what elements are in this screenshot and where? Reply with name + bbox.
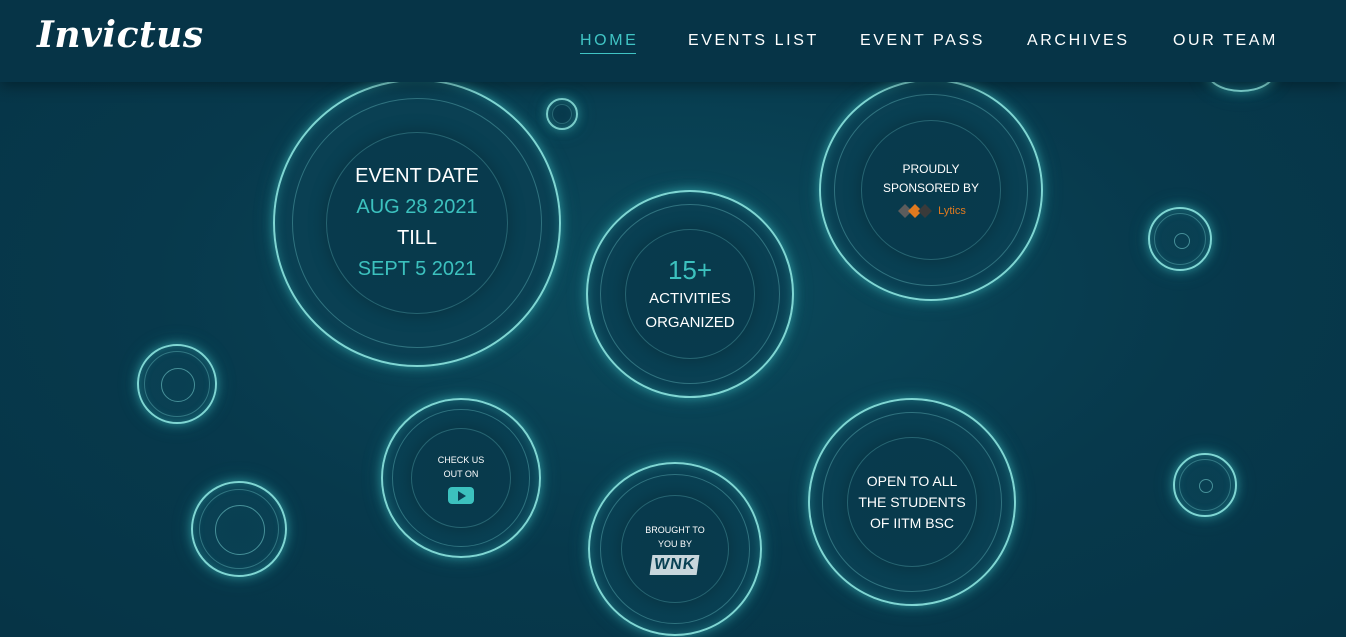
event-start-date: AUG 28 2021 <box>356 196 478 218</box>
nav-event-pass[interactable]: EVENT PASS <box>860 32 985 50</box>
top-navbar: Invictus HOME EVENTS LIST EVENT PASS ARC… <box>0 0 1346 82</box>
open-to-all-bubble: OPEN TO ALL THE STUDENTS OF IITM BSC <box>808 398 1016 606</box>
sponsor-label-2: SPONSORED BY <box>882 181 980 195</box>
youtube-icon[interactable] <box>448 486 474 504</box>
brand-logo[interactable]: Invictus <box>37 14 204 56</box>
event-end-date: SEPT 5 2021 <box>357 258 477 280</box>
youtube-label-2: OUT ON <box>443 468 479 479</box>
activities-label-1: ACTIVITIES <box>649 290 731 307</box>
brought-label-1: BROUGHT TO <box>645 525 705 535</box>
open-label-1: OPEN TO ALL <box>866 472 958 489</box>
brought-label-2: YOU BY <box>657 539 692 549</box>
nav-events-list[interactable]: EVENTS LIST <box>688 32 819 50</box>
nav-home[interactable]: HOME <box>580 32 638 54</box>
nav-our-team[interactable]: OUR TEAM <box>1173 32 1278 50</box>
event-date-bubble: EVENT DATE AUG 28 2021 TILL SEPT 5 2021 <box>273 79 561 367</box>
wnk-logo[interactable]: WNK <box>649 555 701 575</box>
decor-bubble <box>191 481 287 577</box>
youtube-bubble: CHECK US OUT ON <box>381 398 541 558</box>
event-date-heading: EVENT DATE <box>355 165 479 187</box>
sponsor-logo-text: Lytics <box>938 205 966 217</box>
event-till-label: TILL <box>396 227 438 249</box>
brought-by-bubble: BROUGHT TO YOU BY WNK <box>588 462 762 636</box>
open-label-3: OF IITM BSC <box>870 514 954 531</box>
youtube-label-1: CHECK US <box>437 454 485 465</box>
activities-count: 15+ <box>667 255 713 285</box>
activities-bubble: 15+ ACTIVITIES ORGANIZED <box>586 190 794 398</box>
decor-bubble <box>1173 453 1237 517</box>
sponsor-logo[interactable]: Lytics <box>896 202 966 220</box>
sponsor-logo-icon <box>898 204 933 218</box>
open-label-2: THE STUDENTS <box>858 493 966 510</box>
decor-bubble <box>137 344 217 424</box>
sponsor-label-1: PROUDLY <box>902 162 960 176</box>
decor-bubble <box>1148 207 1212 271</box>
sponsor-bubble: PROUDLY SPONSORED BY Lytics <box>819 79 1043 301</box>
nav-archives[interactable]: ARCHIVES <box>1027 32 1130 50</box>
activities-label-2: ORGANIZED <box>645 314 735 331</box>
